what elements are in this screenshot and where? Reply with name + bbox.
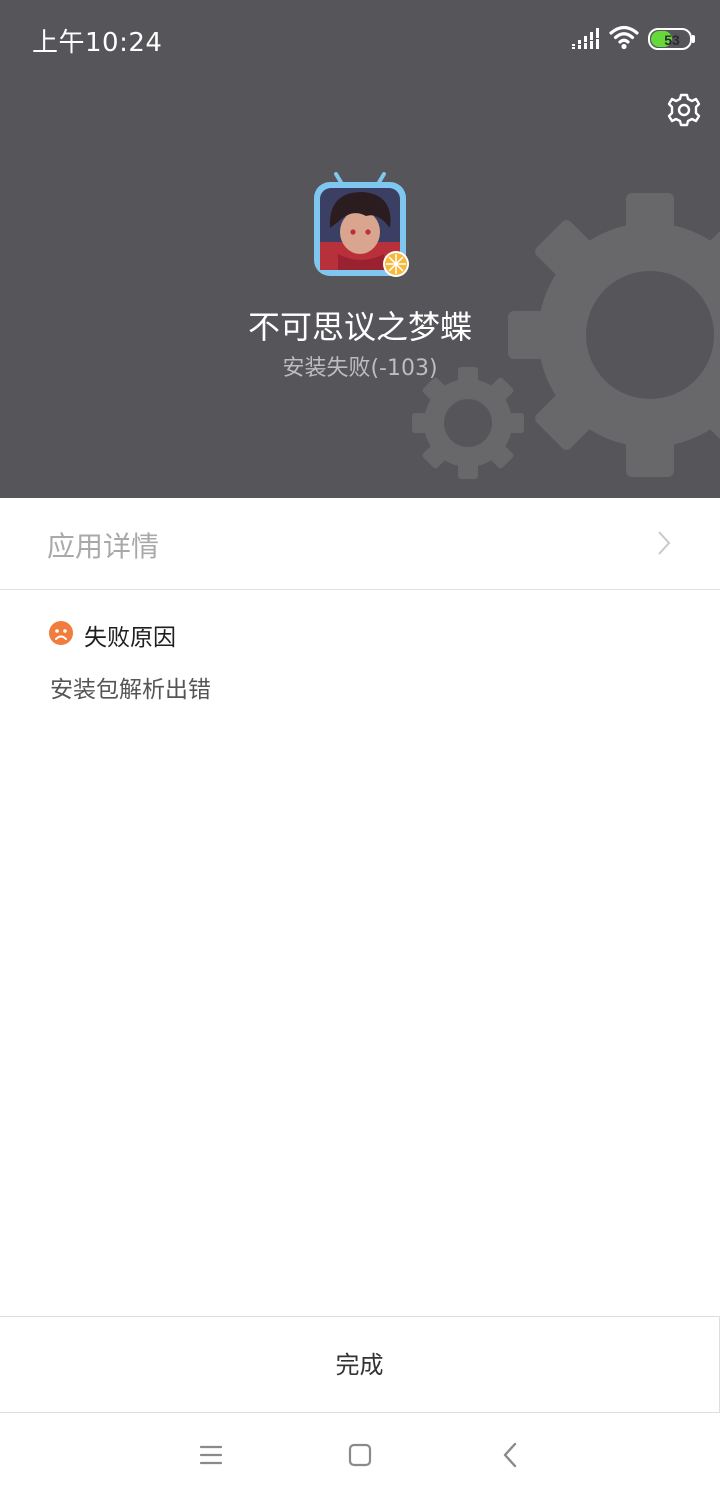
done-button[interactable]: 完成 (0, 1316, 720, 1413)
app-details-row[interactable]: 应用详情 (0, 498, 720, 590)
back-icon[interactable] (500, 1441, 520, 1469)
background-gear-small-icon (412, 367, 524, 479)
chevron-right-icon (658, 531, 671, 555)
status-bar: 上午10:24 53 (0, 0, 720, 80)
signal-icon (572, 28, 599, 49)
app-icon (314, 172, 409, 277)
failure-reason-title: 失败原因 (84, 625, 176, 651)
sad-face-icon (49, 621, 73, 645)
status-time: 上午10:24 (32, 28, 163, 58)
battery-level: 53 (664, 32, 680, 48)
settings-gear-icon[interactable] (664, 90, 704, 130)
app-name: 不可思议之梦蝶 (247, 308, 472, 346)
failure-reason-text: 安装包解析出错 (50, 677, 211, 703)
navigation-bar (0, 1413, 720, 1499)
wifi-icon (609, 25, 639, 50)
home-icon[interactable] (348, 1443, 372, 1467)
menu-icon[interactable] (198, 1443, 224, 1467)
app-details-label: 应用详情 (47, 530, 160, 563)
install-result-header: 上午10:24 53 不可思议之梦蝶 安装失败(-103) (0, 0, 720, 498)
battery-icon: 53 (648, 28, 695, 50)
install-status-text: 安装失败(-103) (282, 356, 438, 381)
